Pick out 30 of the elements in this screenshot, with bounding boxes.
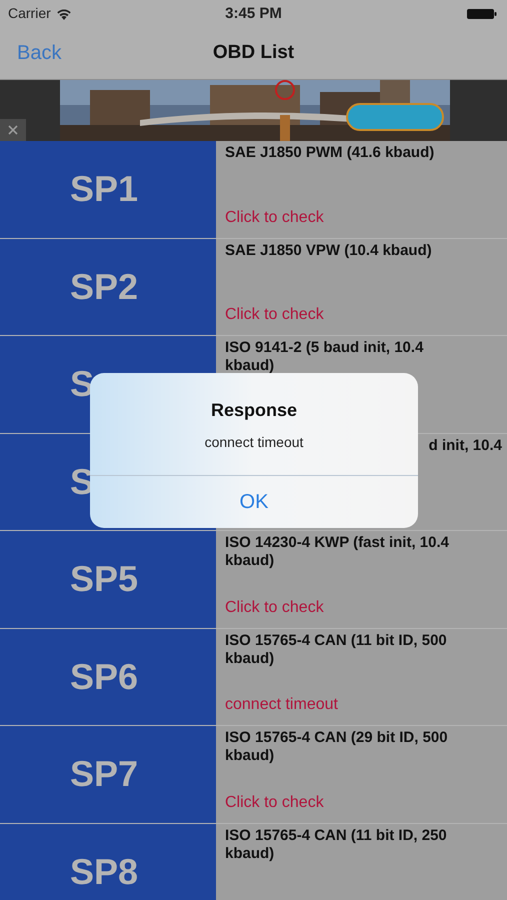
protocol-label: SP7	[70, 752, 140, 796]
status-link[interactable]: Click to check	[225, 206, 324, 230]
close-icon	[8, 125, 18, 135]
status-link[interactable]: connect timeout	[225, 693, 338, 717]
clock-label: 3:45 PM	[225, 4, 282, 24]
protocol-title: ISO 14230-4 KWP (fast init, 10.4 kbaud)	[225, 534, 450, 570]
protocol-label: SP6	[70, 654, 140, 699]
ok-button[interactable]: OK	[90, 476, 418, 528]
protocol-title: SAE J1850 VPW (10.4 kbaud)	[225, 242, 433, 260]
status-link[interactable]: Click to check	[225, 790, 324, 814]
protocol-label: SP5	[70, 557, 140, 602]
back-button[interactable]: Back	[17, 38, 62, 68]
protocol-title: d init, 10.4	[428, 436, 502, 454]
protocol-label: SP2	[70, 264, 140, 309]
wifi-icon	[56, 8, 72, 20]
alert-title: Response	[210, 399, 298, 422]
protocol-label: SP1	[70, 167, 140, 212]
carrier-label: Carrier	[8, 4, 51, 24]
nav-title: OBD List	[212, 41, 294, 66]
protocol-title: ISO 9141-2 (5 baud init, 10.4 kbaud)	[225, 339, 424, 375]
protocol-title: ISO 15765-4 CAN (29 bit ID, 500 kbaud)	[225, 729, 449, 765]
protocol-title: ISO 15765-4 CAN (11 bit ID, 500 kbaud)	[225, 632, 448, 668]
status-link[interactable]: Click to check	[225, 303, 324, 327]
protocol-title: SAE J1850 PWM (41.6 kbaud)	[225, 144, 436, 162]
protocol-label: SP8	[70, 850, 140, 894]
alert-message: connect timeout	[204, 433, 304, 452]
battery-icon	[467, 8, 497, 20]
close-ad-button[interactable]	[0, 119, 26, 141]
protocol-title: ISO 15765-4 CAN (11 bit ID, 250 kbaud)	[225, 826, 448, 862]
status-link[interactable]: Click to check	[225, 596, 324, 620]
